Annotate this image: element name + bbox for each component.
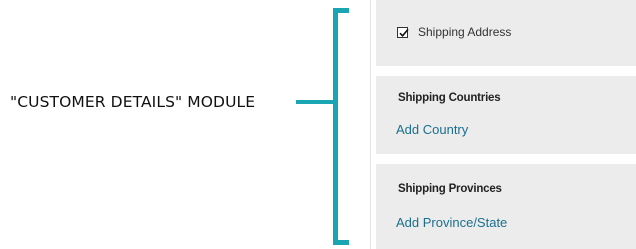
checkmark-icon <box>399 28 409 37</box>
module-annotation-label: "CUSTOMER DETAILS" MODULE <box>10 93 256 111</box>
shipping-provinces-panel: Shipping Provinces Add Province/State <box>376 164 636 249</box>
shipping-countries-panel: Shipping Countries Add Country <box>376 76 636 154</box>
shipping-provinces-heading: Shipping Provinces <box>398 183 502 195</box>
shipping-address-option[interactable]: Shipping Address <box>397 25 511 39</box>
shipping-address-label: Shipping Address <box>418 25 512 39</box>
module-divider <box>370 0 371 249</box>
annotation-bracket <box>333 8 349 245</box>
annotation-connector-line <box>296 100 336 104</box>
shipping-address-checkbox[interactable] <box>397 26 409 38</box>
add-country-link[interactable]: Add Country <box>396 122 468 137</box>
add-province-link[interactable]: Add Province/State <box>396 215 507 230</box>
shipping-countries-heading: Shipping Countries <box>398 92 501 104</box>
shipping-address-panel: Shipping Address <box>376 0 636 66</box>
